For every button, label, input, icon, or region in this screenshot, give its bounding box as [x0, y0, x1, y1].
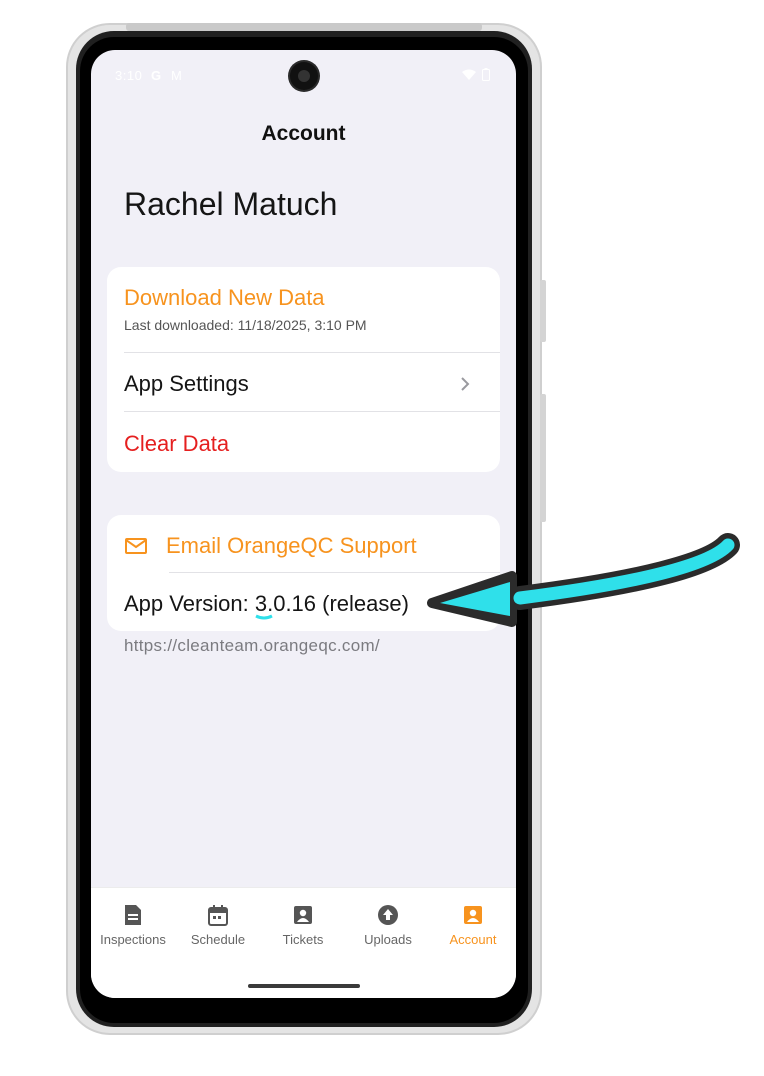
version-underline-mark — [255, 614, 273, 620]
annotation-arrow — [255, 533, 740, 627]
